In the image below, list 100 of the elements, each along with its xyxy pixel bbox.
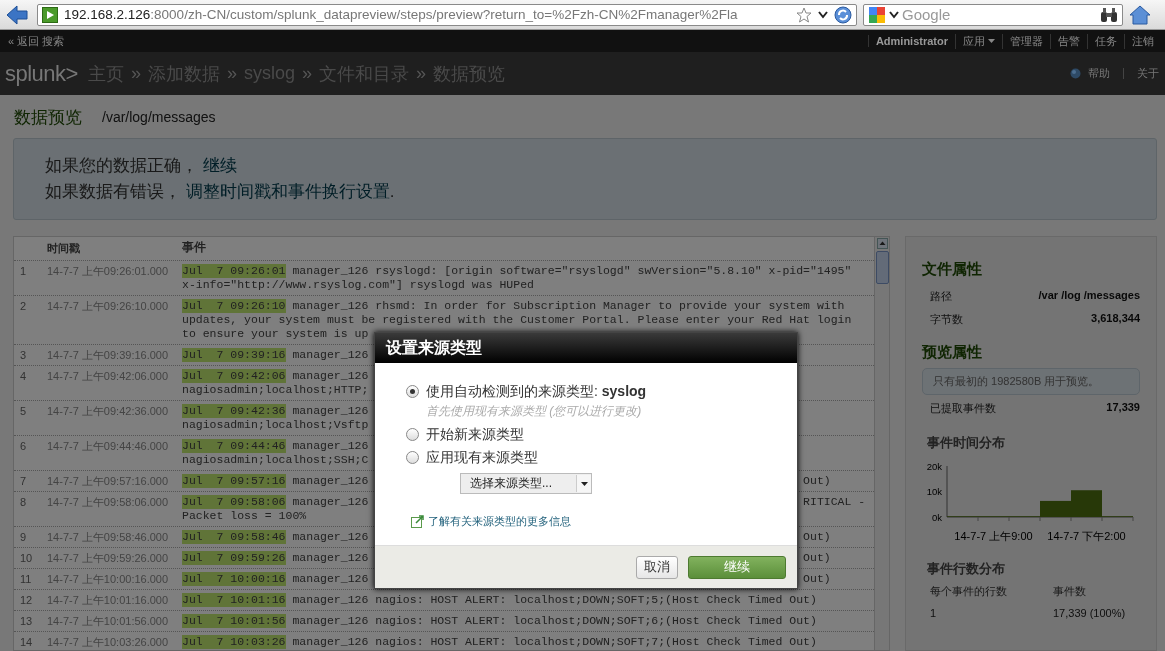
property-value: 17,339 <box>1106 401 1140 415</box>
event-text: manager_126 nagios: HOST ALERT: localhost;DOWN;SOFT;7;(Host Check Timed Out) <box>292 635 817 649</box>
option-label[interactable]: 使用自动检测到的来源类型: syslog <box>426 382 647 401</box>
continue-button[interactable]: 继续 <box>688 555 786 579</box>
timestamp-highlight: Jul 7 09:42:36 <box>182 404 286 418</box>
timestamp-highlight: Jul 7 09:58:46 <box>182 530 286 544</box>
event-text: manager_126 rsyslogd: [origin software="rsyslogd" swVersion="5.8.10" x-pid="1495" <box>292 264 852 278</box>
timestamp-highlight: Jul 7 10:03:26 <box>182 635 286 649</box>
back-link[interactable]: « 返回 搜索 <box>8 33 65 49</box>
url-text[interactable]: 192.168.2.126:8000/zh-CN/custom/splunk_datapreview/steps/preview?return_to=%2Fzh-CN%2Fmanager%2Fla <box>64 7 790 22</box>
timestamp-highlight: Jul 7 09:57:16 <box>182 474 286 488</box>
timestamp-highlight: Jul 7 09:59:26 <box>182 551 286 565</box>
nav-link[interactable]: 任务 <box>1095 33 1117 49</box>
event-text: manager_126 nagios: HOST ALERT: localhost;DOWN;SOFT;5;(Host Check Timed Out) <box>292 593 817 607</box>
breadcrumb-separator: » <box>130 63 141 84</box>
column-header: 每个事件的行数 <box>930 584 1008 599</box>
option-label[interactable]: 应用现有来源类型 <box>426 448 538 467</box>
menu-link[interactable]: 应用 <box>963 33 985 49</box>
about-link[interactable]: 关于 <box>1137 66 1159 81</box>
row-number: 5 <box>19 404 28 419</box>
event-text: manager_126 <box>292 404 369 418</box>
event-text: nagiosadmin;localhost;Vsftp <box>182 418 369 432</box>
breadcrumb-separator: » <box>416 63 427 84</box>
timestamp-highlight: Jul 7 09:44:46 <box>182 439 286 453</box>
event-text: manager_126 <box>292 495 369 509</box>
row-number: 11 <box>19 572 33 586</box>
event-text: Out) <box>803 530 831 544</box>
cancel-button[interactable]: 取消 <box>636 555 678 579</box>
property-label: 已提取事件数 <box>930 401 996 416</box>
event-text: manager_126 <box>292 530 369 544</box>
axis-label: 20k <box>926 460 942 472</box>
column-header: 时间戳 <box>47 241 81 255</box>
row-number: 1 <box>19 264 28 279</box>
logo-text[interactable]: splunk> <box>5 60 78 87</box>
axis-label: 10k <box>926 486 942 497</box>
property-value: /var /log /messages <box>1038 289 1140 303</box>
event-text: manager_126 <box>292 474 369 488</box>
event-text: manager_126 <box>292 551 369 565</box>
search-field[interactable]: Google <box>863 3 1123 26</box>
timestamp-highlight: Jul 7 10:01:16 <box>182 593 286 607</box>
event-text: Out) <box>803 572 831 586</box>
event-text: manager_126 <box>292 369 369 383</box>
row-number: 12 <box>19 593 34 607</box>
row-number: 14 <box>19 635 34 649</box>
section-title: 文件属性 <box>922 260 983 279</box>
column-header: 事件数 <box>1053 584 1087 599</box>
help-link[interactable]: 帮助 <box>1088 66 1110 81</box>
notice-link[interactable]: 调整时间戳和事件换行设置 <box>185 182 390 201</box>
property-value: 3,618,344 <box>1091 312 1140 326</box>
table-cell-text: 1 <box>930 607 938 619</box>
breadcrumb-separator: » <box>302 63 313 84</box>
row-number: 13 <box>19 614 34 628</box>
info-link[interactable]: 了解有关来源类型的更多信息 <box>428 514 571 529</box>
notice-link[interactable]: 继续 <box>202 156 237 175</box>
user-name: Administrator <box>875 35 948 47</box>
source-type-dropdown[interactable]: 选择来源类型... <box>460 473 592 494</box>
event-text: Out) <box>803 551 831 565</box>
breadcrumb-separator: » <box>226 63 237 84</box>
property-label: 字节数 <box>930 312 963 327</box>
row-number: 7 <box>19 474 28 488</box>
page-title: 数据预览 <box>13 106 82 129</box>
event-text: nagiosadmin;localhost;HTTP; <box>182 383 369 397</box>
column-header: 事件 <box>182 241 207 255</box>
nav-link[interactable]: 告警 <box>1058 33 1080 49</box>
section-title: 预览属性 <box>922 343 983 362</box>
row-number: 2 <box>19 299 28 314</box>
row-number: 4 <box>19 369 28 384</box>
event-text: Packet loss = 100% <box>182 509 307 523</box>
event-text: x-info="http://www.rsyslog.com"] rsyslogd was HUPed <box>182 278 534 292</box>
event-text: manager_126 <box>292 439 369 453</box>
row-number: 8 <box>19 495 28 510</box>
row-number: 9 <box>19 530 28 544</box>
timestamp-highlight: Jul 7 09:58:06 <box>182 495 286 509</box>
event-text: manager_126 <box>292 572 369 586</box>
preview-note: 只有最初的 1982580B 用于预览。 <box>922 368 1140 395</box>
timestamp-highlight: Jul 7 10:00:16 <box>182 572 286 586</box>
axis-label: 14-7-7 下午2:00 <box>1047 530 1126 542</box>
option-label[interactable]: 开始新来源类型 <box>426 425 524 444</box>
event-text: manager_126 <box>292 348 369 362</box>
url-field[interactable]: 192.168.2.126:8000/zh-CN/custom/splunk_datapreview/steps/preview?return_to=%2Fzh-CN%2Fmanager%2Fla <box>37 3 857 26</box>
timestamp-highlight: Jul 7 09:26:10 <box>182 299 286 313</box>
dialog-title: 设置来源类型 <box>375 333 797 363</box>
property-label: 路径 <box>930 289 952 304</box>
row-number: 3 <box>19 348 28 362</box>
timestamp-highlight: Jul 7 10:01:56 <box>182 614 286 628</box>
chart-title: 事件时间分布 <box>927 434 1006 452</box>
file-path: /var/log/messages <box>102 109 216 125</box>
event-text: nagiosadmin;localhost;SSH;C <box>182 453 369 467</box>
notice-text: 如果您的数据正确， 继续 <box>45 155 238 177</box>
event-text: RITICAL - <box>803 495 866 509</box>
row-number: 6 <box>19 439 28 454</box>
nav-link[interactable]: 管理器 <box>1010 33 1043 49</box>
nav-link[interactable]: 注销 <box>1132 33 1154 49</box>
timestamp-highlight: Jul 7 09:42:06 <box>182 369 286 383</box>
event-text: to ensure your system is up <box>182 327 369 341</box>
event-text: updates, your system must be registered with the Customer Portal. Please enter your Red Hat login <box>182 313 852 327</box>
option-hint: 首先使用现有来源类型 (您可以进行更改) <box>426 403 643 420</box>
event-text: manager_126 rhsmd: In order for Subscription Manager to provide your system with <box>292 299 845 313</box>
table-cell-text: 17,339 (100%) <box>1053 607 1127 619</box>
timestamp-highlight: Jul 7 09:39:16 <box>182 348 286 362</box>
